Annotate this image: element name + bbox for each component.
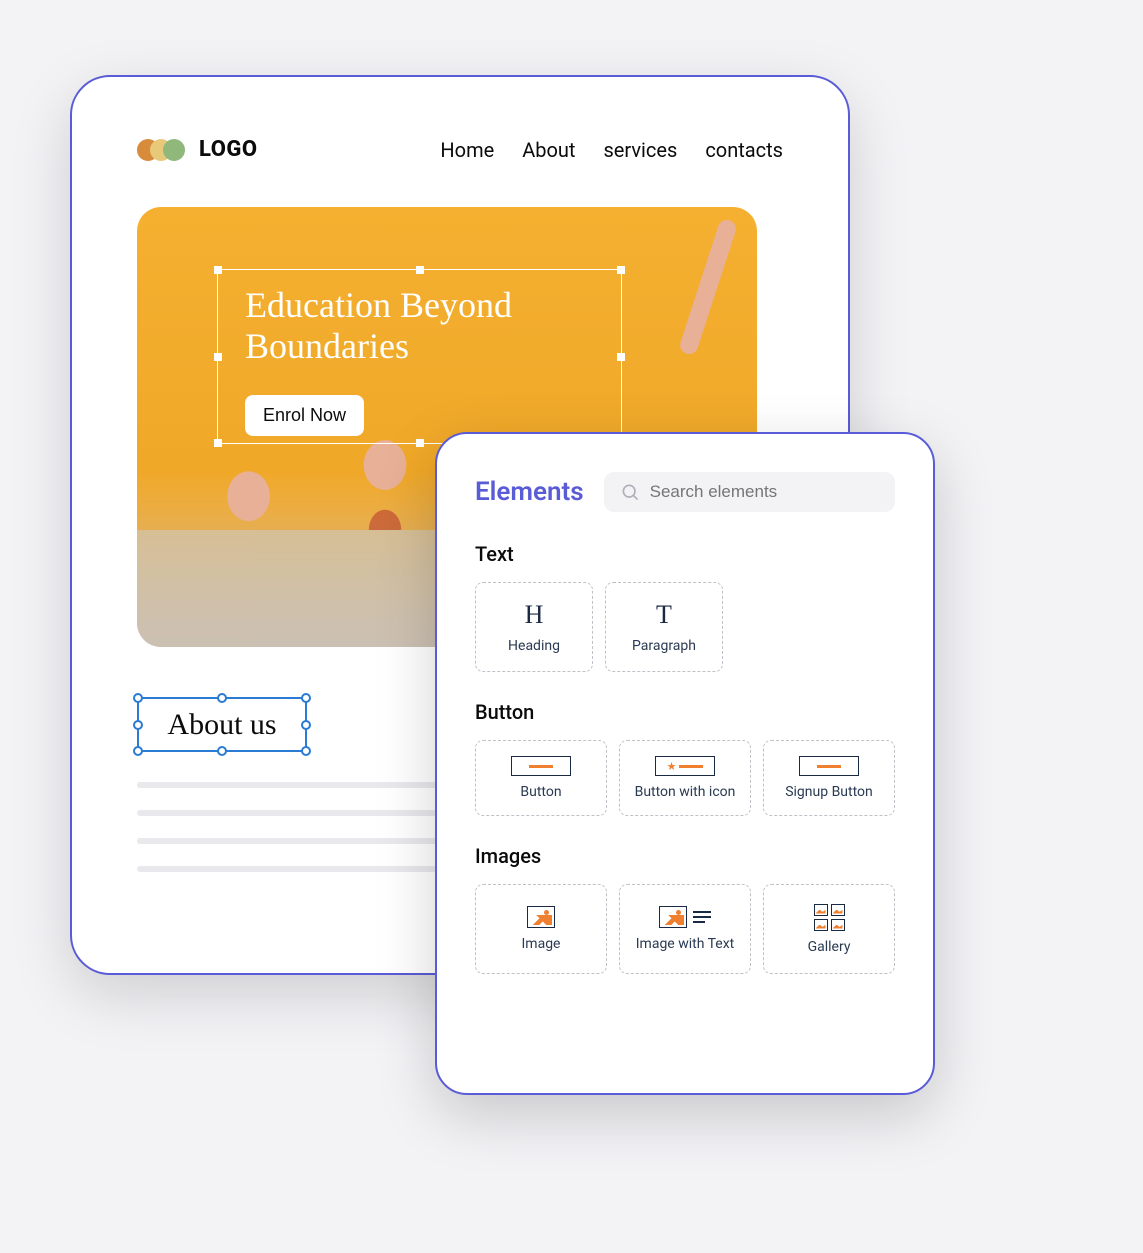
elements-panel-title: Elements bbox=[475, 477, 584, 507]
element-image[interactable]: Image bbox=[475, 884, 607, 974]
resize-handle-icon[interactable] bbox=[416, 266, 424, 274]
resize-handle-icon[interactable] bbox=[416, 439, 424, 447]
section-label-button: Button bbox=[475, 700, 895, 724]
image-text-preview-icon bbox=[659, 906, 711, 928]
resize-handle-icon[interactable] bbox=[301, 693, 311, 703]
resize-handle-icon[interactable] bbox=[217, 693, 227, 703]
element-gallery[interactable]: Gallery bbox=[763, 884, 895, 974]
element-label: Button with icon bbox=[635, 784, 736, 800]
about-heading-text[interactable]: About us bbox=[167, 708, 276, 742]
logo-text: LOGO bbox=[199, 137, 258, 162]
hero-photo-placeholder-arm bbox=[678, 218, 738, 357]
about-heading-selection[interactable]: About us bbox=[137, 697, 307, 752]
logo-mark-icon bbox=[137, 139, 185, 161]
signup-button-preview-icon bbox=[799, 756, 859, 776]
section-label-images: Images bbox=[475, 844, 895, 868]
site-logo[interactable]: LOGO bbox=[137, 137, 258, 162]
resize-handle-icon[interactable] bbox=[217, 746, 227, 756]
resize-handle-icon[interactable] bbox=[214, 439, 222, 447]
element-button[interactable]: Button bbox=[475, 740, 607, 816]
resize-handle-icon[interactable] bbox=[133, 746, 143, 756]
element-label: Paragraph bbox=[632, 638, 696, 654]
paragraph-glyph-icon: T bbox=[656, 600, 672, 630]
resize-handle-icon[interactable] bbox=[133, 720, 143, 730]
nav-link-about[interactable]: About bbox=[522, 138, 575, 162]
resize-handle-icon[interactable] bbox=[301, 720, 311, 730]
element-signup-button[interactable]: Signup Button bbox=[763, 740, 895, 816]
element-label: Image bbox=[522, 936, 561, 952]
site-header: LOGO Home About services contacts bbox=[137, 137, 783, 162]
element-button-with-icon[interactable]: ★ Button with icon bbox=[619, 740, 751, 816]
image-preview-icon bbox=[527, 906, 555, 928]
resize-handle-icon[interactable] bbox=[301, 746, 311, 756]
images-elements-row: Image Image with Text Gallery bbox=[475, 884, 895, 974]
button-elements-row: Button ★ Button with icon Signup Button bbox=[475, 740, 895, 816]
resize-handle-icon[interactable] bbox=[214, 353, 222, 361]
nav-link-home[interactable]: Home bbox=[440, 138, 494, 162]
element-image-with-text[interactable]: Image with Text bbox=[619, 884, 751, 974]
element-label: Gallery bbox=[808, 939, 851, 955]
button-icon-preview-icon: ★ bbox=[655, 756, 715, 776]
section-label-text: Text bbox=[475, 542, 895, 566]
element-paragraph[interactable]: T Paragraph bbox=[605, 582, 723, 672]
element-heading[interactable]: H Heading bbox=[475, 582, 593, 672]
hero-title[interactable]: Education Beyond Boundaries bbox=[245, 285, 605, 368]
heading-glyph-icon: H bbox=[525, 600, 544, 630]
elements-panel-header: Elements bbox=[475, 472, 895, 512]
nav-link-services[interactable]: services bbox=[603, 138, 677, 162]
resize-handle-icon[interactable] bbox=[617, 266, 625, 274]
elements-search-input[interactable] bbox=[650, 482, 879, 502]
element-label: Heading bbox=[508, 638, 560, 654]
button-preview-icon bbox=[511, 756, 571, 776]
resize-handle-icon[interactable] bbox=[214, 266, 222, 274]
elements-panel: Elements Text H Heading T Paragraph Butt… bbox=[435, 432, 935, 1095]
resize-handle-icon[interactable] bbox=[133, 693, 143, 703]
element-label: Signup Button bbox=[785, 784, 873, 800]
resize-handle-icon[interactable] bbox=[617, 353, 625, 361]
nav-link-contacts[interactable]: contacts bbox=[705, 138, 783, 162]
gallery-preview-icon bbox=[814, 904, 845, 931]
search-icon bbox=[620, 482, 640, 502]
text-elements-row: H Heading T Paragraph bbox=[475, 582, 895, 672]
nav-links: Home About services contacts bbox=[440, 138, 783, 162]
hero-cta-button[interactable]: Enrol Now bbox=[245, 395, 364, 436]
elements-search[interactable] bbox=[604, 472, 895, 512]
element-label: Image with Text bbox=[636, 936, 735, 952]
element-label: Button bbox=[520, 784, 561, 800]
